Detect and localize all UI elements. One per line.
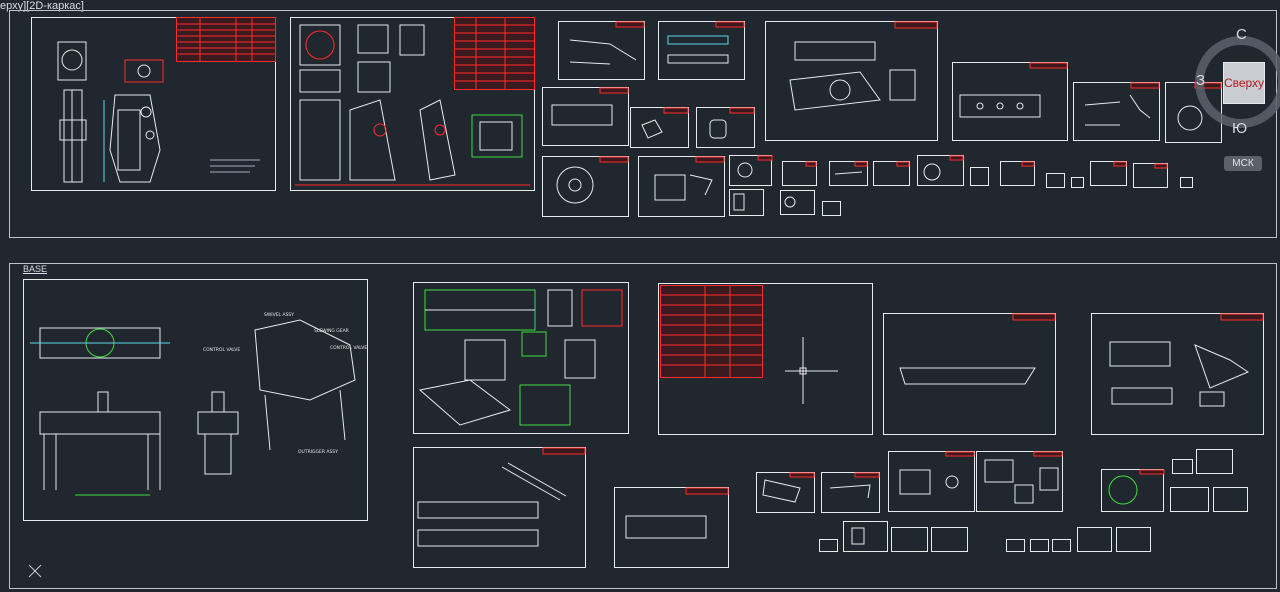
note-outrigger-assy: OUTRIGGER ASSY [298,449,338,455]
note-control-valve-left: CONTROL VALVE [203,347,240,353]
detail-sheets-bottom [756,449,1248,552]
parts-list-table [660,285,763,378]
sheet-frame [413,282,629,434]
drawing-geometry [418,289,623,426]
sheet-title-block [176,17,276,62]
sheet-frame [883,313,1056,435]
sheet-frame [614,487,729,568]
cad-model-space[interactable]: SWIVEL ASSY SLEWING GEAR CONTROL VALVE C… [0,0,1280,592]
note-control-valve-right: CONTROL VALVE [330,345,367,351]
note-swivel-assy: SWIVEL ASSY [264,312,294,318]
drawing-geometry [30,319,356,496]
compass-north-label[interactable]: С [1236,26,1247,43]
compass-south-label[interactable]: Ю [1232,120,1247,137]
ucs-icon [28,564,42,578]
detail-sheets-top [542,21,1222,217]
viewcube[interactable]: С З Ю Сверху [1192,26,1280,140]
base-region-frame [9,263,1277,589]
sheet-frame [1091,313,1264,435]
parts-list-table [454,17,535,90]
note-slewing-gear: SLEWING GEAR [314,328,349,334]
sheet-frame [23,279,368,521]
compass-west-label[interactable]: З [1196,72,1205,89]
section-title-base: BASE [23,264,48,274]
drawing-geometry [57,41,260,183]
viewcube-face-top[interactable]: Сверху [1223,62,1265,104]
viewcube-face-label: Сверху [1223,76,1265,90]
wcs-menu-button[interactable]: МСК [1224,156,1262,171]
ucs-crosshair [785,337,838,404]
sheet-frame [413,447,586,568]
